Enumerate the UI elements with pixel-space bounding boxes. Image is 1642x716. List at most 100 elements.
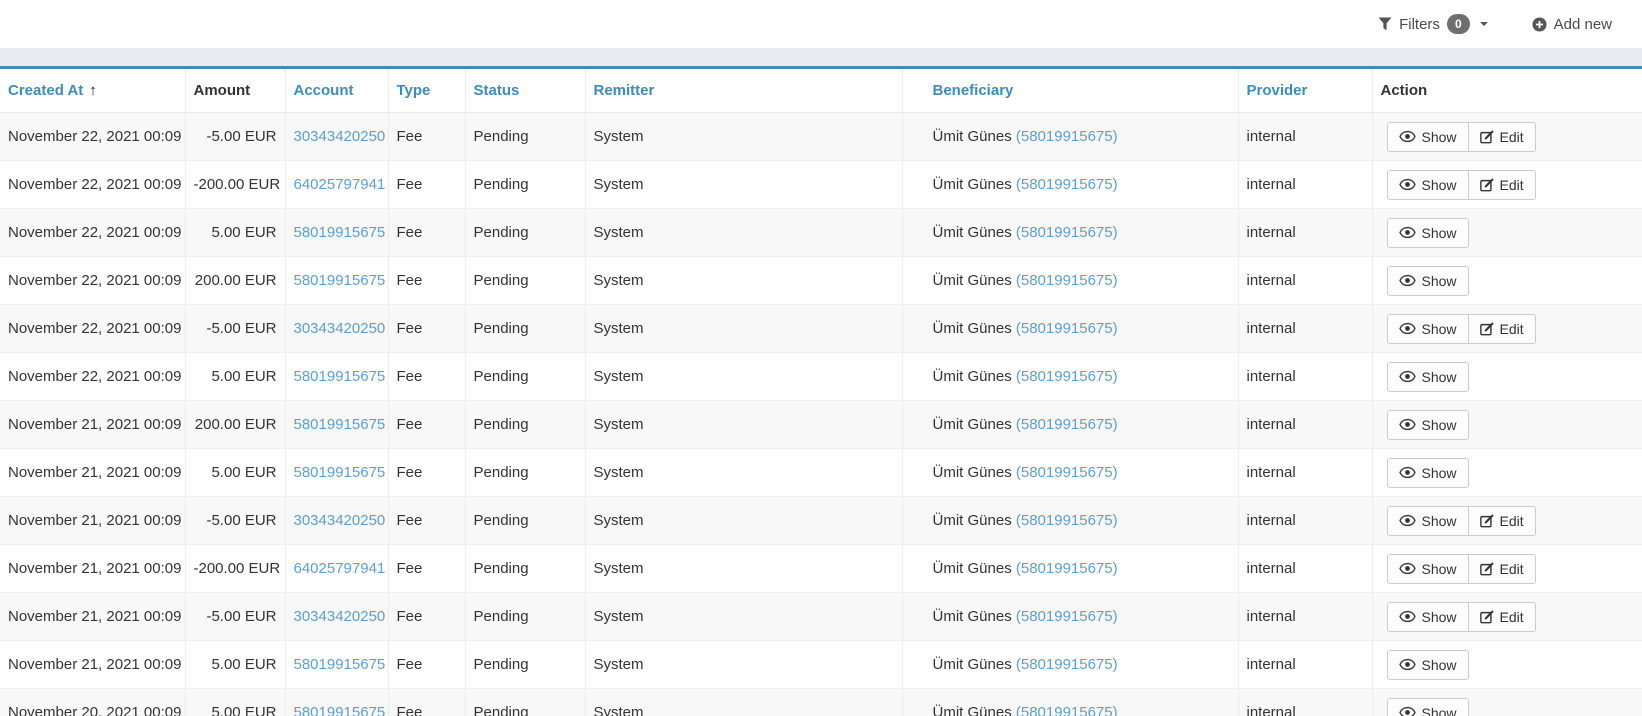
table-row: November 21, 2021 00:09 -5.00 EUR 303434… [0, 497, 1642, 545]
edit-button[interactable]: Edit [1468, 122, 1536, 152]
account-link[interactable]: 30343420250 [294, 608, 386, 625]
amount-cell: 5.00 EUR [185, 449, 285, 497]
beneficiary-account-link[interactable]: (58019915675) [1016, 512, 1118, 529]
eye-icon [1399, 562, 1416, 575]
beneficiary-name: Ümit Günes [933, 656, 1016, 673]
beneficiary-name: Ümit Günes [933, 416, 1016, 433]
action-cell: Show [1372, 257, 1642, 305]
beneficiary-account-link[interactable]: (58019915675) [1016, 416, 1118, 433]
remitter-cell: System [585, 593, 902, 641]
amount-cell: -5.00 EUR [185, 497, 285, 545]
table-row: November 22, 2021 00:09 -200.00 EUR 6402… [0, 161, 1642, 209]
beneficiary-account-link[interactable]: (58019915675) [1016, 656, 1118, 673]
amount-cell: -5.00 EUR [185, 113, 285, 161]
column-header-status[interactable]: Status [465, 69, 585, 113]
column-header-beneficiary[interactable]: Beneficiary [902, 69, 1238, 113]
beneficiary-account-link[interactable]: (58019915675) [1016, 464, 1118, 481]
amount-cell: -200.00 EUR [185, 545, 285, 593]
status-cell: Pending [465, 257, 585, 305]
account-link[interactable]: 58019915675 [294, 416, 386, 433]
show-button[interactable]: Show [1387, 650, 1469, 680]
table-row: November 21, 2021 00:09 200.00 EUR 58019… [0, 401, 1642, 449]
show-button[interactable]: Show [1387, 602, 1469, 632]
beneficiary-account-link[interactable]: (58019915675) [1016, 128, 1118, 145]
beneficiary-account-link[interactable]: (58019915675) [1016, 176, 1118, 193]
type-cell: Fee [388, 689, 465, 716]
show-button[interactable]: Show [1387, 218, 1469, 248]
column-header-remitter[interactable]: Remitter [585, 69, 902, 113]
beneficiary-name: Ümit Günes [933, 128, 1016, 145]
provider-cell: internal [1238, 689, 1372, 716]
created-at-cell: November 21, 2021 00:09 [0, 593, 185, 641]
account-link[interactable]: 30343420250 [294, 128, 386, 145]
account-link[interactable]: 64025797941 [294, 560, 386, 577]
type-cell: Fee [388, 257, 465, 305]
account-link[interactable]: 30343420250 [294, 320, 386, 337]
edit-icon [1480, 130, 1494, 144]
beneficiary-cell: Ümit Günes (58019915675) [902, 401, 1238, 449]
beneficiary-account-link[interactable]: (58019915675) [1016, 560, 1118, 577]
show-button[interactable]: Show [1387, 362, 1469, 392]
column-header-provider[interactable]: Provider [1238, 69, 1372, 113]
eye-icon [1399, 514, 1416, 527]
show-button[interactable]: Show [1387, 506, 1469, 536]
account-link[interactable]: 58019915675 [294, 464, 386, 481]
beneficiary-account-link[interactable]: (58019915675) [1016, 368, 1118, 385]
eye-icon [1399, 130, 1416, 143]
created-at-cell: November 22, 2021 00:09 [0, 113, 185, 161]
show-button[interactable]: Show [1387, 554, 1469, 584]
account-link[interactable]: 58019915675 [294, 368, 386, 385]
show-button[interactable]: Show [1387, 122, 1469, 152]
column-header-account[interactable]: Account [285, 69, 388, 113]
beneficiary-cell: Ümit Günes (58019915675) [902, 161, 1238, 209]
beneficiary-account-link[interactable]: (58019915675) [1016, 608, 1118, 625]
edit-button[interactable]: Edit [1468, 602, 1536, 632]
account-link[interactable]: 58019915675 [294, 272, 386, 289]
toolbar: Filters 0 Add new [0, 0, 1642, 48]
type-cell: Fee [388, 545, 465, 593]
table-row: November 20, 2021 00:09 5.00 EUR 5801991… [0, 689, 1642, 716]
beneficiary-account-link[interactable]: (58019915675) [1016, 272, 1118, 289]
provider-cell: internal [1238, 545, 1372, 593]
action-cell: Show Edit [1372, 497, 1642, 545]
beneficiary-cell: Ümit Günes (58019915675) [902, 449, 1238, 497]
action-button-group: Show [1387, 218, 1469, 248]
account-link[interactable]: 64025797941 [294, 176, 386, 193]
remitter-cell: System [585, 545, 902, 593]
provider-cell: internal [1238, 401, 1372, 449]
edit-button[interactable]: Edit [1468, 170, 1536, 200]
beneficiary-account-link[interactable]: (58019915675) [1016, 704, 1118, 716]
edit-button[interactable]: Edit [1468, 506, 1536, 536]
transactions-tbody: November 22, 2021 00:09 -5.00 EUR 303434… [0, 113, 1642, 716]
action-button-group: Show Edit [1387, 170, 1536, 200]
account-link[interactable]: 58019915675 [294, 656, 386, 673]
beneficiary-name: Ümit Günes [933, 320, 1016, 337]
table-row: November 21, 2021 00:09 5.00 EUR 5801991… [0, 641, 1642, 689]
edit-button[interactable]: Edit [1468, 554, 1536, 584]
account-cell: 64025797941 [285, 161, 388, 209]
beneficiary-account-link[interactable]: (58019915675) [1016, 224, 1118, 241]
action-cell: Show [1372, 353, 1642, 401]
show-button[interactable]: Show [1387, 410, 1469, 440]
created-at-cell: November 21, 2021 00:09 [0, 401, 185, 449]
beneficiary-account-link[interactable]: (58019915675) [1016, 320, 1118, 337]
account-link[interactable]: 58019915675 [294, 224, 386, 241]
created-at-cell: November 22, 2021 00:09 [0, 305, 185, 353]
show-button[interactable]: Show [1387, 698, 1469, 716]
remitter-cell: System [585, 689, 902, 716]
beneficiary-name: Ümit Günes [933, 176, 1016, 193]
column-header-created-at[interactable]: Created At↑ [0, 69, 185, 113]
table-row: November 22, 2021 00:09 200.00 EUR 58019… [0, 257, 1642, 305]
add-new-button[interactable]: Add new [1532, 16, 1612, 33]
status-cell: Pending [465, 497, 585, 545]
account-link[interactable]: 30343420250 [294, 512, 386, 529]
filters-dropdown[interactable]: Filters 0 [1378, 14, 1488, 34]
show-button[interactable]: Show [1387, 458, 1469, 488]
show-button[interactable]: Show [1387, 314, 1469, 344]
column-header-type[interactable]: Type [388, 69, 465, 113]
account-link[interactable]: 58019915675 [294, 704, 386, 716]
edit-icon [1480, 610, 1494, 624]
edit-button[interactable]: Edit [1468, 314, 1536, 344]
show-button[interactable]: Show [1387, 266, 1469, 296]
show-button[interactable]: Show [1387, 170, 1469, 200]
